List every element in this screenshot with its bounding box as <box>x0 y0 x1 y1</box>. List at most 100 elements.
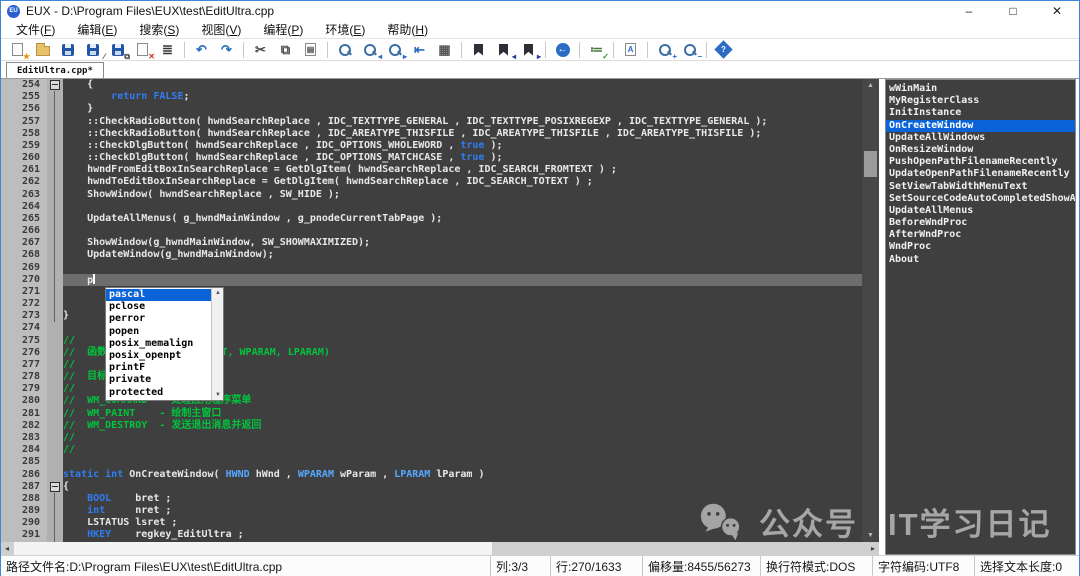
code-line: 261 hwndFromEditBoxInSearchReplace = Get… <box>1 164 862 176</box>
autocomplete-item[interactable]: protected <box>106 387 211 399</box>
menu-item[interactable]: 视图(V) <box>190 21 252 39</box>
function-list-item[interactable]: MyRegisterClass <box>886 95 1075 107</box>
new-file-button[interactable]: ★ <box>5 40 30 60</box>
back-button[interactable]: ← <box>550 40 575 60</box>
fold-column <box>47 201 63 213</box>
code-line: 270 p <box>1 274 862 286</box>
find-next-button[interactable]: ▸ <box>382 40 407 60</box>
fold-column <box>47 383 63 395</box>
code-line: 290 LSTATUS lsret ; <box>1 517 862 529</box>
save-all-button[interactable]: ⧉ <box>105 40 130 60</box>
tab-editultra-cpp[interactable]: EditUltra.cpp* <box>6 62 104 78</box>
popup-scroll-down-icon[interactable]: ▼ <box>212 392 224 398</box>
function-list-item[interactable]: wWinMain <box>886 83 1075 95</box>
undo-button[interactable]: ↶ <box>189 40 214 60</box>
function-list-item[interactable]: PushOpenPathFilenameRecently <box>886 156 1075 168</box>
function-list-item[interactable]: UpdateAllMenus <box>886 205 1075 217</box>
save-as-button[interactable]: ∕ <box>80 40 105 60</box>
autocomplete-item[interactable]: pascal <box>106 289 211 301</box>
autocomplete-item[interactable]: printF <box>106 362 211 374</box>
function-list-item[interactable]: OnResizeWindow <box>886 144 1075 156</box>
open-file-button[interactable] <box>30 40 55 60</box>
autocomplete-item[interactable]: perror <box>106 313 211 325</box>
line-number: 269 <box>1 262 47 274</box>
about-button[interactable]: ? <box>711 40 736 60</box>
code-line: 285 <box>1 456 862 468</box>
next-bookmark-icon <box>524 44 533 56</box>
editor-horizontal-scrollbar[interactable]: ◂ ▸ <box>1 542 879 555</box>
function-list-item[interactable]: OnCreateWindow <box>886 120 1075 132</box>
collapse-icon[interactable] <box>50 80 60 90</box>
line-endings-button[interactable]: ≔✓ <box>584 40 609 60</box>
minimize-button[interactable]: – <box>947 4 991 18</box>
vertical-scroll-thumb[interactable] <box>864 151 877 177</box>
replace-button[interactable]: ▦ <box>432 40 457 60</box>
line-endings-icon: ≔ <box>590 43 603 56</box>
menu-item[interactable]: 编程(P) <box>252 21 314 39</box>
menu-item[interactable]: 编辑(E) <box>66 21 128 39</box>
function-list-item[interactable]: SetViewTabWidthMenuText <box>886 181 1075 193</box>
paste-button[interactable]: ▤ <box>298 40 323 60</box>
document-list-button[interactable]: ≣ <box>155 40 180 60</box>
main-area: 254 {255 return FALSE;256 }257 ::CheckRa… <box>1 79 1079 555</box>
function-list-item[interactable]: UpdateOpenPathFilenameRecently <box>886 168 1075 180</box>
toolbar-separator <box>461 42 462 58</box>
function-list-item[interactable]: WndProc <box>886 241 1075 253</box>
autocomplete-item[interactable]: posix_openpt <box>106 350 211 362</box>
scroll-down-icon[interactable]: ▼ <box>862 532 879 539</box>
status-segment: 选择文本长度:0 <box>975 556 1079 576</box>
save-button[interactable] <box>55 40 80 60</box>
copy-button[interactable]: ⧉ <box>273 40 298 60</box>
popup-scroll-up-icon[interactable]: ▲ <box>212 290 224 296</box>
close-file-icon <box>137 43 148 56</box>
function-list-item[interactable]: UpdateAllWindows <box>886 132 1075 144</box>
redo-button[interactable]: ↷ <box>214 40 239 60</box>
editor-vertical-scrollbar[interactable]: ▲ ▼ <box>862 79 879 542</box>
menu-item[interactable]: 搜索(S) <box>128 21 190 39</box>
cut-button[interactable]: ✂ <box>248 40 273 60</box>
popup-scrollbar[interactable]: ▲ ▼ <box>211 288 223 400</box>
zoom-in-button[interactable]: + <box>652 40 677 60</box>
fold-marker[interactable] <box>47 481 63 493</box>
autocomplete-item[interactable]: pclose <box>106 301 211 313</box>
scroll-up-icon[interactable]: ▲ <box>862 82 879 89</box>
syntax-color-button[interactable]: A <box>618 40 643 60</box>
function-list-item[interactable]: InitInstance <box>886 107 1075 119</box>
menu-item[interactable]: 环境(E) <box>314 21 376 39</box>
bookmark-button[interactable] <box>466 40 491 60</box>
autocomplete-item[interactable]: private <box>106 374 211 386</box>
collapse-icon[interactable] <box>50 482 60 492</box>
zoom-in-icon <box>658 43 672 57</box>
menu-item[interactable]: 帮助(H) <box>376 21 439 39</box>
function-list-item[interactable]: BeforeWndProc <box>886 217 1075 229</box>
previous-bookmark-button[interactable]: ◂ <box>491 40 516 60</box>
fold-column <box>47 456 63 468</box>
scroll-right-icon[interactable]: ▸ <box>867 542 879 555</box>
close-button[interactable]: ✕ <box>1035 4 1079 18</box>
fold-column <box>47 189 63 201</box>
autocomplete-item[interactable]: popen <box>106 326 211 338</box>
toolbar-separator <box>184 42 185 58</box>
horizontal-scroll-thumb[interactable] <box>14 542 492 555</box>
code-text: UpdateWindow(g_hwndMainWindow); <box>63 249 862 261</box>
autocomplete-item[interactable]: posix_memalign <box>106 338 211 350</box>
fold-marker[interactable] <box>47 79 63 91</box>
text-cursor <box>93 274 95 284</box>
find-previous-icon <box>363 43 377 57</box>
code-editor[interactable]: 254 {255 return FALSE;256 }257 ::CheckRa… <box>1 79 862 542</box>
goto-line-button[interactable]: ⇤ <box>407 40 432 60</box>
code-text: int nret ; <box>63 505 862 517</box>
find-previous-button[interactable]: ◂ <box>357 40 382 60</box>
code-line: 269 <box>1 262 862 274</box>
code-line: 284// <box>1 444 862 456</box>
function-list-item[interactable]: About <box>886 254 1075 266</box>
function-list-item[interactable]: AfterWndProc <box>886 229 1075 241</box>
scroll-left-icon[interactable]: ◂ <box>1 542 13 555</box>
zoom-out-button[interactable]: − <box>677 40 702 60</box>
menu-item[interactable]: 文件(F) <box>5 21 66 39</box>
maximize-button[interactable]: □ <box>991 4 1035 18</box>
next-bookmark-button[interactable]: ▸ <box>516 40 541 60</box>
find-button[interactable] <box>332 40 357 60</box>
function-list-item[interactable]: SetSourceCodeAutoCompletedShowAt <box>886 193 1075 205</box>
close-file-button[interactable]: ✕ <box>130 40 155 60</box>
